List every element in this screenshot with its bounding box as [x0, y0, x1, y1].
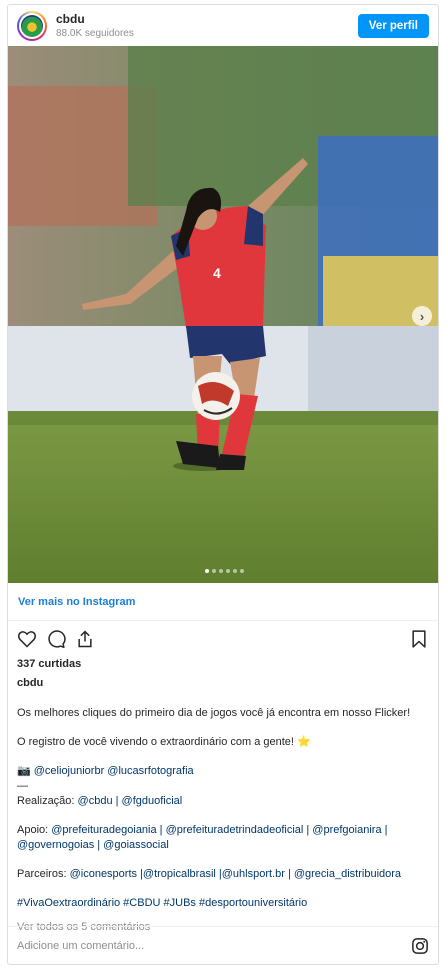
soccer-player-photo: 4 — [8, 46, 438, 583]
caption-line: O registro de você vivendo o extraordiná… — [17, 736, 311, 748]
post-header: cbdu 88.0K seguidores Ver perfil — [8, 5, 438, 46]
share-icon[interactable] — [75, 629, 95, 649]
instagram-icon[interactable] — [411, 937, 429, 955]
chevron-right-icon[interactable]: › — [412, 306, 432, 326]
camera-icon: 📷 — [17, 765, 31, 777]
realizacao-line: Realização: @cbdu | @fgduoficial — [17, 794, 429, 809]
add-comment-bar: Adicione um comentário... — [8, 926, 438, 964]
parceiros-mentions[interactable]: @iconesports |@tropicalbrasil |@uhlsport… — [70, 868, 401, 880]
apoio-label: Apoio: — [17, 824, 49, 836]
user-info: cbdu 88.0K seguidores — [56, 12, 134, 39]
carousel-dot[interactable] — [239, 569, 244, 573]
svg-text:4: 4 — [213, 265, 221, 281]
photo-credit-mentions[interactable]: @celiojuniorbr @lucasrfotografia — [34, 765, 194, 777]
carousel-dot[interactable] — [225, 569, 230, 573]
add-comment-input[interactable]: Adicione um comentário... — [17, 940, 144, 952]
username[interactable]: cbdu — [56, 12, 134, 26]
view-profile-button[interactable]: Ver perfil — [357, 13, 429, 38]
carousel-dots — [8, 569, 438, 573]
carousel-dot[interactable] — [218, 569, 223, 573]
apoio-mentions[interactable]: @prefeituradegoiania | @prefeituradetrin… — [17, 824, 387, 851]
carousel-dot[interactable] — [232, 569, 237, 573]
bookmark-icon[interactable] — [409, 629, 429, 649]
photo-credit: 📷 @celiojuniorbr @lucasrfotografia — [17, 764, 429, 779]
follower-count: 88.0K seguidores — [56, 28, 134, 39]
apoio-line: Apoio: @prefeituradegoiania | @prefeitur… — [17, 823, 429, 853]
poster-username[interactable]: cbdu — [8, 677, 438, 689]
carousel-dot[interactable] — [204, 569, 209, 573]
caption: Os melhores cliques do primeiro dia de j… — [8, 706, 438, 911]
carousel-dot[interactable] — [211, 569, 216, 573]
heart-icon[interactable] — [17, 629, 37, 649]
parceiros-line: Parceiros: @iconesports |@tropicalbrasil… — [17, 867, 429, 882]
hashtags[interactable]: #VivaOextraordinário #CBDU #JUBs #despor… — [17, 896, 429, 911]
action-bar — [8, 621, 438, 657]
instagram-embed-card: cbdu 88.0K seguidores Ver perfil 4 › Ver… — [7, 4, 439, 965]
likes-count[interactable]: 337 curtidas — [8, 658, 438, 670]
caption-line: Os melhores cliques do primeiro dia de j… — [17, 707, 411, 719]
realizacao-mentions[interactable]: @cbdu | @fgduoficial — [78, 795, 183, 807]
view-more-instagram-link[interactable]: Ver mais no Instagram — [8, 583, 438, 621]
parceiros-label: Parceiros: — [17, 868, 67, 880]
post-photo[interactable]: 4 › — [8, 46, 438, 583]
caption-separator: — — [17, 780, 28, 792]
realizacao-label: Realização: — [17, 795, 75, 807]
comment-icon[interactable] — [46, 629, 66, 649]
avatar[interactable] — [17, 10, 47, 41]
